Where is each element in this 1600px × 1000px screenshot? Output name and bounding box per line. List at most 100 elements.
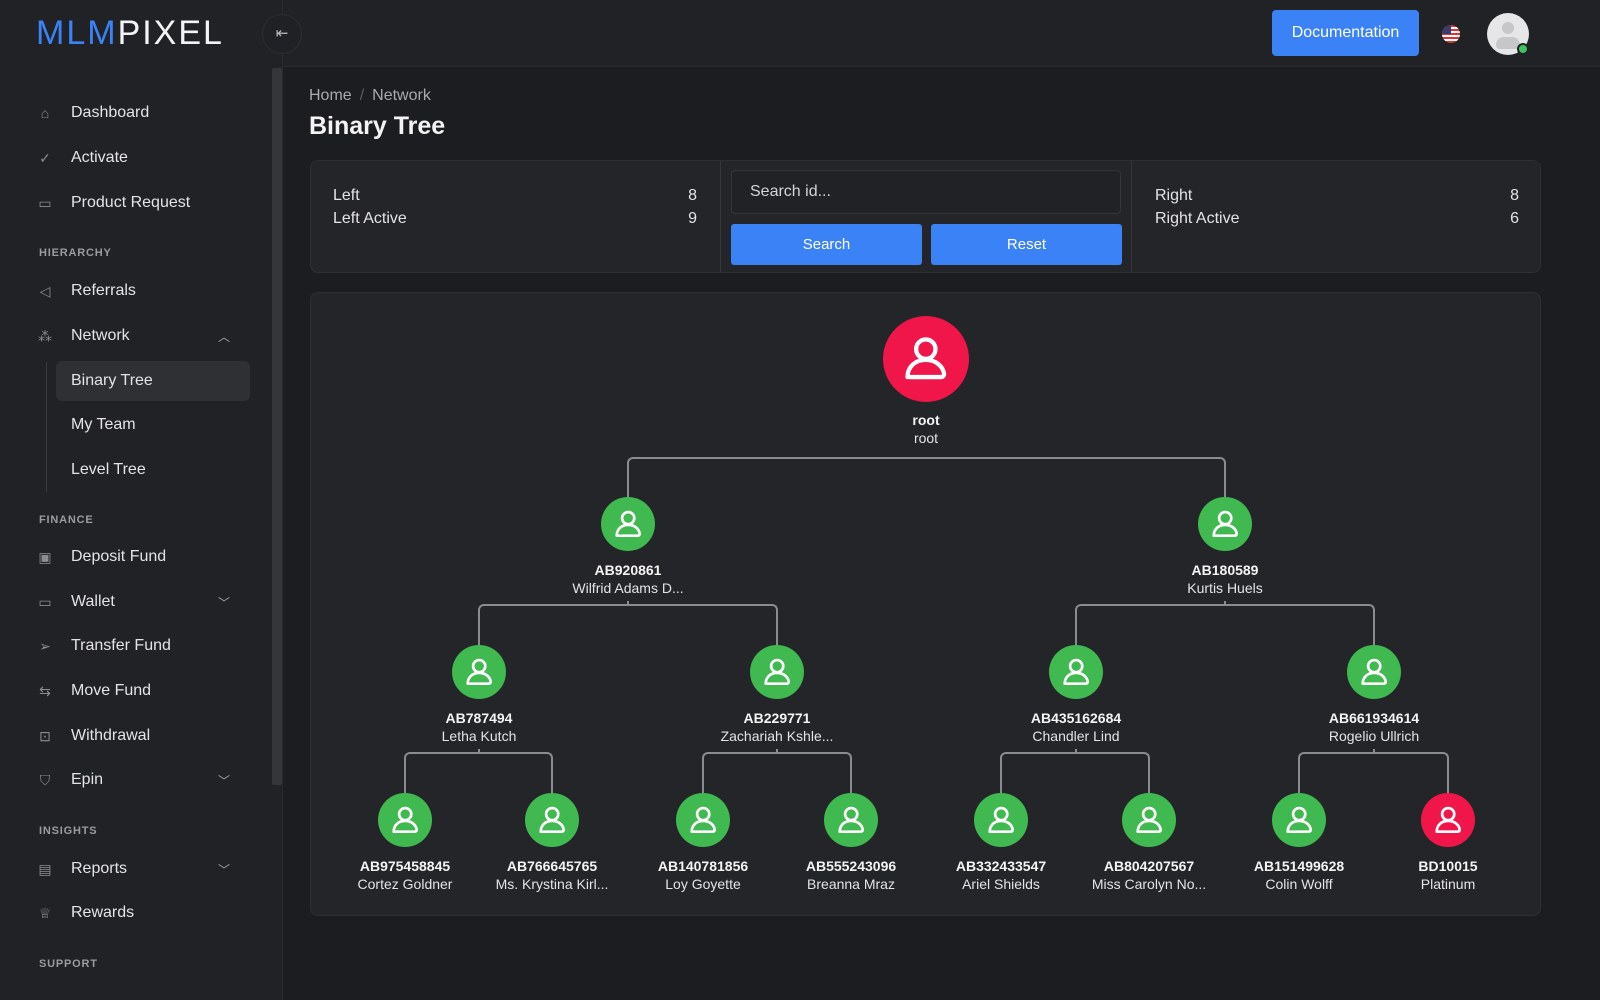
- chevron-down-icon: ﹀: [218, 862, 231, 877]
- documentation-button[interactable]: Documentation: [1272, 10, 1419, 56]
- left-stats: Left 8 Left Active 9: [333, 184, 697, 295]
- label: Withdrawal: [71, 727, 151, 744]
- node-id: AB787494: [445, 710, 513, 726]
- chevron-down-icon: ﹀: [218, 595, 231, 610]
- right-stats: Right 8 Right Active 6: [1155, 184, 1519, 295]
- sidebar-item-activate[interactable]: ✓ Activate: [36, 138, 128, 178]
- sidebar-item-my-team[interactable]: My Team: [56, 405, 250, 445]
- sidebar-item-reports[interactable]: ▤ Reports ﹀: [36, 849, 230, 889]
- sidebar-item-wallet[interactable]: ▭ Wallet ﹀: [36, 582, 230, 622]
- binary-tree: root root AB920861 Wilfrid Adams D... AB1805…: [310, 292, 1541, 916]
- tree-node[interactable]: AB180589 Kurtis Huels: [1150, 497, 1300, 598]
- tree-node[interactable]: AB435162684 Chandler Lind: [1001, 645, 1151, 746]
- tree-node[interactable]: AB920861 Wilfrid Adams D...: [553, 497, 703, 598]
- node-id: AB229771: [743, 710, 811, 726]
- connector-line: [776, 749, 778, 753]
- tree-node[interactable]: AB975458845 Cortez Goldner: [330, 793, 480, 894]
- left-active-label: Left Active: [333, 210, 407, 227]
- home-icon: ⌂: [40, 105, 50, 121]
- network-icon: ⁂: [38, 327, 52, 344]
- tree-node[interactable]: AB661934614 Rogelio Ullrich: [1299, 645, 1449, 746]
- cash-icon: ▣: [38, 548, 52, 565]
- user-icon[interactable]: [601, 497, 655, 551]
- connector-line: [478, 749, 480, 753]
- withdraw-icon: ⊡: [39, 727, 51, 744]
- label: Reports: [71, 860, 128, 877]
- node-id: AB332433547: [955, 858, 1047, 874]
- node-id: AB975458845: [359, 858, 451, 874]
- sidebar-item-rewards[interactable]: ♕ Rewards: [36, 893, 134, 933]
- tree-node[interactable]: AB787494 Letha Kutch: [404, 645, 554, 746]
- label: Wallet: [71, 593, 115, 610]
- user-icon[interactable]: [452, 645, 506, 699]
- user-icon[interactable]: [525, 793, 579, 847]
- node-id: AB555243096: [805, 858, 897, 874]
- tree-node[interactable]: AB229771 Zachariah Kshle...: [702, 645, 852, 746]
- check-circle-icon: ✓: [39, 149, 51, 166]
- node-name: Wilfrid Adams D...: [572, 580, 684, 596]
- label: Move Fund: [71, 682, 152, 699]
- connector-line: [627, 457, 1226, 497]
- right-active-label: Right Active: [1155, 210, 1240, 227]
- tree-node[interactable]: AB555243096 Breanna Mraz: [776, 793, 926, 894]
- trophy-icon: ♕: [38, 904, 52, 921]
- label: Activate: [71, 149, 128, 166]
- user-icon[interactable]: [1049, 645, 1103, 699]
- node-name: Loy Goyette: [665, 876, 741, 892]
- sidebar-item-referrals[interactable]: ◁ Referrals: [36, 271, 136, 311]
- user-icon[interactable]: [1272, 793, 1326, 847]
- node-id: AB435162684: [1030, 710, 1122, 726]
- search-id-input[interactable]: [731, 170, 1121, 214]
- reset-button[interactable]: Reset: [931, 224, 1122, 265]
- user-icon[interactable]: [1421, 793, 1475, 847]
- right-label: Right: [1155, 187, 1193, 204]
- tree-node[interactable]: AB332433547 Ariel Shields: [926, 793, 1076, 894]
- tree-node[interactable]: AB151499628 Colin Wolff: [1224, 793, 1374, 894]
- user-icon[interactable]: [883, 316, 969, 402]
- user-icon[interactable]: [378, 793, 432, 847]
- tree-node[interactable]: AB140781856 Loy Goyette: [628, 793, 778, 894]
- sidebar-item-binary-tree[interactable]: Binary Tree: [56, 361, 250, 401]
- sidebar-item-deposit-fund[interactable]: ▣ Deposit Fund: [36, 537, 166, 577]
- label: Dashboard: [71, 104, 150, 121]
- collapse-sidebar-button[interactable]: ⇤: [262, 14, 302, 54]
- tree-node[interactable]: root root: [851, 316, 1001, 448]
- sidebar-item-network[interactable]: ⁂ Network ︿: [36, 316, 230, 356]
- logo[interactable]: MLMPIXEL: [36, 14, 224, 53]
- sidebar-scrollbar[interactable]: [272, 68, 282, 785]
- node-id: root: [912, 412, 940, 428]
- tree-node[interactable]: BD10015 Platinum: [1373, 793, 1523, 894]
- tree-node[interactable]: AB766645765 Ms. Krystina Kirl...: [477, 793, 627, 894]
- user-icon[interactable]: [750, 645, 804, 699]
- sidebar-item-move-fund[interactable]: ⇆ Move Fund: [36, 671, 151, 711]
- node-name: Chandler Lind: [1032, 728, 1120, 744]
- breadcrumb-home[interactable]: Home: [309, 87, 352, 104]
- section-hierarchy: HIERARCHY: [39, 247, 112, 259]
- sidebar-item-withdrawal[interactable]: ⊡ Withdrawal: [36, 716, 150, 756]
- label: Rewards: [71, 904, 135, 921]
- user-icon[interactable]: [1198, 497, 1252, 551]
- logo-part1: MLM: [36, 14, 118, 52]
- label: Referrals: [71, 282, 136, 299]
- sidebar-item-level-tree[interactable]: Level Tree: [56, 450, 250, 490]
- arrow-left-bar-icon: ⇤: [275, 25, 289, 42]
- shield-icon: ⛉: [39, 771, 51, 788]
- sidebar-item-transfer-fund[interactable]: ➢ Transfer Fund: [36, 626, 171, 666]
- connector-line: [627, 601, 629, 605]
- us-flag-icon[interactable]: [1442, 25, 1460, 43]
- sidebar-item-product-request[interactable]: ▭ Product Request: [36, 183, 190, 223]
- user-icon[interactable]: [974, 793, 1028, 847]
- section-finance: FINANCE: [39, 514, 94, 526]
- tree-node[interactable]: AB804207567 Miss Carolyn No...: [1074, 793, 1224, 894]
- sidebar-item-dashboard[interactable]: ⌂ Dashboard: [36, 93, 150, 133]
- search-button[interactable]: Search: [731, 224, 922, 265]
- user-icon[interactable]: [676, 793, 730, 847]
- user-icon[interactable]: [1347, 645, 1401, 699]
- user-icon[interactable]: [1122, 793, 1176, 847]
- send-icon: ➢: [39, 637, 51, 654]
- node-id: AB140781856: [657, 858, 749, 874]
- user-icon[interactable]: [824, 793, 878, 847]
- breadcrumb-current: Network: [372, 87, 431, 104]
- arrows-exchange-icon: ⇆: [39, 682, 51, 699]
- sidebar-item-epin[interactable]: ⛉ Epin ﹀: [36, 760, 230, 800]
